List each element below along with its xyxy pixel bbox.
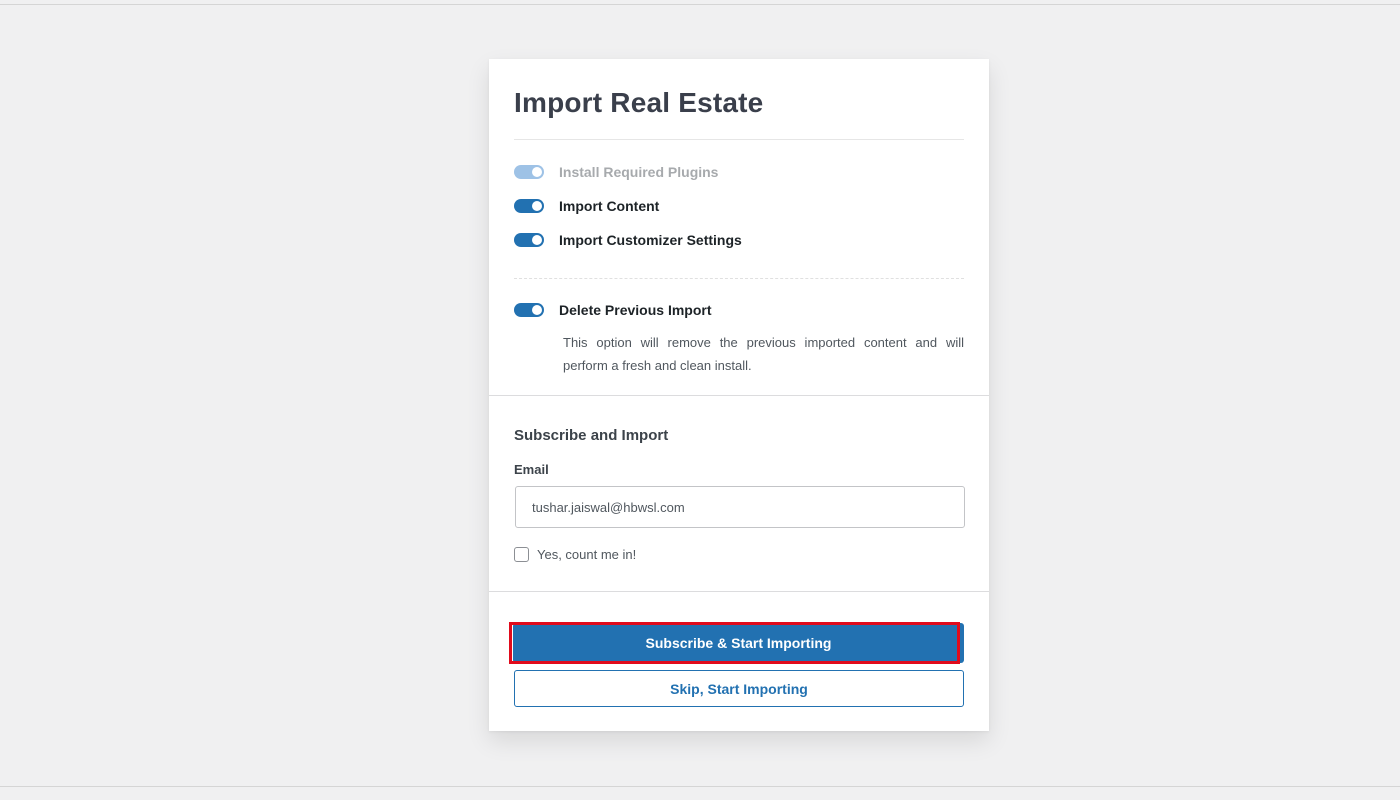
delete-previous-description: This option will remove the previous imp… [563, 335, 964, 373]
bottom-divider [0, 786, 1400, 787]
section-divider [489, 395, 989, 396]
option-label: Install Required Plugins [559, 164, 719, 180]
consent-label[interactable]: Yes, count me in! [537, 547, 636, 562]
install-plugins-toggle [514, 165, 544, 179]
option-import-content[interactable]: Import Content [514, 196, 659, 216]
consent-checkbox[interactable] [514, 547, 529, 562]
option-label: Import Customizer Settings [559, 232, 742, 248]
top-divider [0, 4, 1400, 5]
subscribe-heading: Subscribe and Import [514, 427, 669, 444]
option-install-plugins: Install Required Plugins [514, 162, 718, 182]
email-label: Email [514, 462, 549, 477]
toggle-knob [532, 167, 542, 177]
toggle-knob [532, 305, 542, 315]
delete-previous-toggle[interactable] [514, 303, 544, 317]
toggle-knob [532, 201, 542, 211]
skip-start-importing-button[interactable]: Skip, Start Importing [514, 670, 964, 707]
title-divider [514, 139, 964, 140]
toggle-knob [532, 235, 542, 245]
import-customizer-toggle[interactable] [514, 233, 544, 247]
option-label: Delete Previous Import [559, 302, 712, 318]
subscribe-start-importing-button[interactable]: Subscribe & Start Importing [513, 623, 964, 663]
import-dialog: Import Real Estate Install Required Plug… [489, 59, 989, 731]
option-import-customizer[interactable]: Import Customizer Settings [514, 230, 742, 250]
option-label: Import Content [559, 198, 660, 214]
import-content-toggle[interactable] [514, 199, 544, 213]
option-delete-previous[interactable]: Delete Previous Import [514, 300, 712, 320]
consent-row[interactable]: Yes, count me in! [514, 547, 636, 562]
actions-divider [489, 591, 989, 592]
options-divider [514, 278, 964, 279]
email-input[interactable] [515, 486, 965, 528]
dialog-title: Import Real Estate [514, 87, 764, 118]
